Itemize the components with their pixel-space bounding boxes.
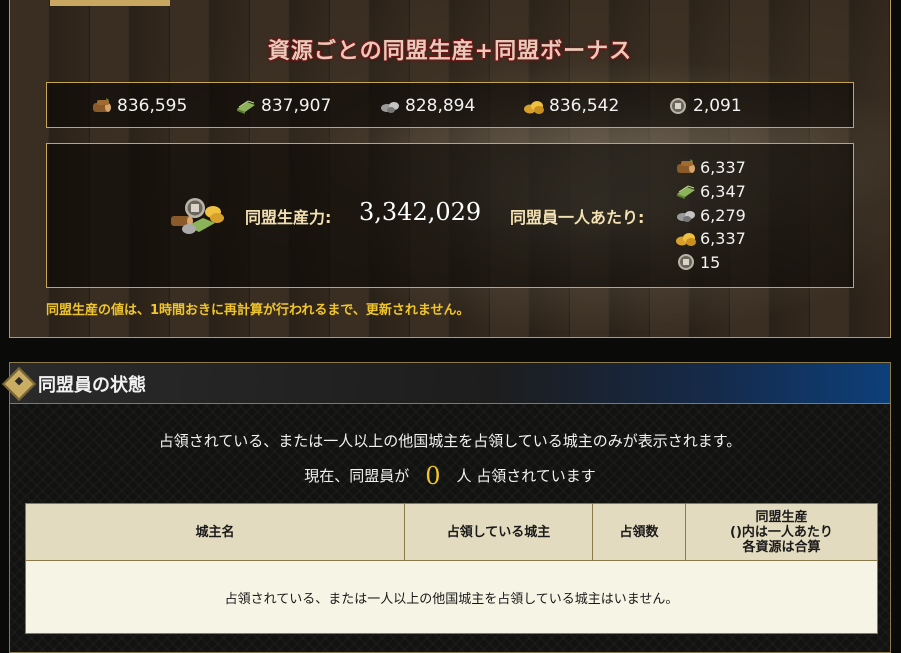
food-icon xyxy=(523,97,545,115)
coin-icon xyxy=(667,97,689,115)
production-label: 同盟生産力: xyxy=(245,208,332,227)
total-iron-value: 828,894 xyxy=(405,96,476,116)
member-status-header: 同盟員の状態 xyxy=(2,363,890,404)
col-header-production: 同盟生産 ()内は一人あたり 各資源は合算 xyxy=(685,503,878,561)
production-header-line3: 各資源は合算 xyxy=(742,539,821,555)
production-panel-title: 資源ごとの同盟生産+同盟ボーナス xyxy=(267,38,633,64)
total-coin: 2,091 xyxy=(667,95,742,117)
total-iron: 828,894 xyxy=(379,95,475,117)
per-member-coin-value: 15 xyxy=(700,252,721,272)
member-status-title: 同盟員の状態 xyxy=(38,375,146,396)
recalculation-notice: 同盟生産の値は、1時間おきに再計算が行われるまで、更新されません。 xyxy=(46,303,470,318)
per-member-iron-value: 6,279 xyxy=(700,205,746,225)
member-status-section: 同盟員の状態 占領されている、または一人以上の他国城主を占領している城主のみが表… xyxy=(2,362,891,653)
table-row: 占領されている、または一人以上の他国城主を占領している城主はいません。 xyxy=(25,560,878,634)
member-status-description: 占領されている、または一人以上の他国城主を占領している城主のみが表示されます。 xyxy=(158,432,742,450)
iron-icon xyxy=(379,97,401,115)
occupied-summary: 現在、同盟員が 0 人 占領されています xyxy=(10,462,890,490)
cotton-icon xyxy=(235,97,257,115)
per-member-cotton: 6,347 xyxy=(675,180,746,202)
production-summary-box: 同盟生産力: 3,342,029 同盟員一人あたり: 6,337 6,347 6… xyxy=(46,143,854,288)
alliance-production-panel: 資源ごとの同盟生産+同盟ボーナス 836,595 837,907 828,894… xyxy=(9,0,891,338)
total-food: 836,542 xyxy=(523,95,619,117)
col-header-lord-name: 城主名 xyxy=(25,503,405,561)
total-cotton: 837,907 xyxy=(235,95,331,117)
total-cotton-value: 837,907 xyxy=(261,96,332,116)
occupied-prefix: 現在、同盟員が xyxy=(304,467,410,485)
total-food-value: 836,542 xyxy=(549,96,620,116)
occupied-count: 0 xyxy=(425,462,441,490)
production-total: 3,342,029 xyxy=(359,198,482,226)
occupied-lords-table: 城主名 占領している城主 占領数 同盟生産 ()内は一人あたり 各資源は合算 占… xyxy=(25,503,878,634)
per-member-food: 6,337 xyxy=(675,227,746,249)
iron-icon xyxy=(675,206,697,224)
total-coin-value: 2,091 xyxy=(693,96,742,116)
col-header-occupied-count: 占領数 xyxy=(592,503,686,561)
table-header-row: 城主名 占領している城主 占領数 同盟生産 ()内は一人あたり 各資源は合算 xyxy=(25,503,878,561)
per-member-food-value: 6,337 xyxy=(700,228,746,248)
header-ornament-icon xyxy=(2,367,36,401)
empty-table-message: 占領されている、または一人以上の他国城主を占領している城主はいません。 xyxy=(25,560,878,634)
cotton-icon xyxy=(675,182,697,200)
production-header-line1: 同盟生産 xyxy=(755,509,808,525)
per-member-wood: 6,337 xyxy=(675,156,746,178)
food-icon xyxy=(675,229,697,247)
total-wood: 836,595 xyxy=(91,95,187,117)
production-header-line2: ()内は一人あたり xyxy=(730,524,833,540)
per-member-coin: 15 xyxy=(675,251,720,273)
wood-icon xyxy=(91,97,113,115)
per-member-cotton-value: 6,347 xyxy=(700,181,746,201)
resource-totals-box: 836,595 837,907 828,894 836,542 2,091 xyxy=(46,82,854,128)
wood-icon xyxy=(675,158,697,176)
per-member-wood-value: 6,337 xyxy=(700,157,746,177)
per-member-label: 同盟員一人あたり: xyxy=(510,208,645,227)
col-header-occupying-lord: 占領している城主 xyxy=(404,503,593,561)
occupied-suffix: 人 占領されています xyxy=(456,467,596,485)
per-member-iron: 6,279 xyxy=(675,204,746,226)
coin-icon xyxy=(675,253,697,271)
resource-bundle-icon xyxy=(169,196,225,238)
total-wood-value: 836,595 xyxy=(117,96,188,116)
